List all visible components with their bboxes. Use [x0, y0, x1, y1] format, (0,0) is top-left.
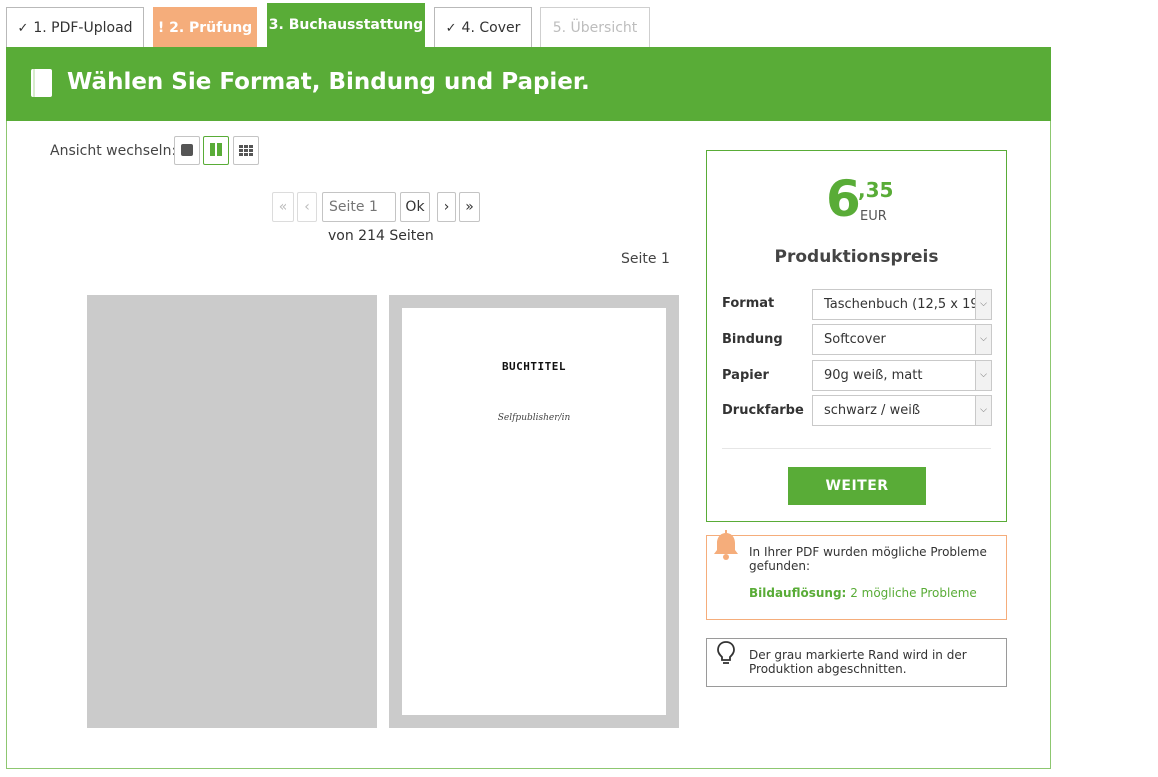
page-trim-area: BUCHTITEL Selfpublisher/in [402, 308, 666, 715]
bindung-label: Bindung [722, 332, 783, 347]
divider [722, 448, 991, 449]
book-title: BUCHTITEL [501, 360, 567, 373]
tab-label: 4. Cover [461, 20, 521, 36]
grid-view-button[interactable] [233, 136, 259, 165]
continue-button[interactable]: WEITER [788, 467, 926, 505]
papier-value: 90g weiß, matt [824, 368, 923, 383]
chevron-down-icon: ⌵ [975, 290, 991, 319]
papier-label: Papier [722, 368, 769, 383]
price-box: 6 ,35 EUR Produktionspreis Format Tasche… [706, 150, 1007, 522]
first-page-button[interactable]: « [272, 192, 294, 222]
price-integer: 6 [826, 170, 861, 228]
prev-page-button[interactable]: ‹ [297, 192, 317, 222]
single-view-icon [181, 141, 193, 160]
tab-label: 3. Buchausstattung [268, 17, 424, 33]
druckfarbe-select[interactable]: schwarz / weiß ⌵ [812, 395, 992, 426]
tab-uebersicht: 5. Übersicht [540, 7, 650, 47]
page-title: Wählen Sie Format, Bindung und Papier. [67, 69, 590, 95]
info-text: Der grau markierte Rand wird in der Prod… [749, 648, 967, 676]
info-box: Der grau markierte Rand wird in der Prod… [706, 638, 1007, 687]
warning-text: In Ihrer PDF wurden mögliche Probleme ge… [749, 545, 987, 573]
price-currency: EUR [860, 209, 887, 224]
bell-icon [711, 530, 741, 566]
issue-link[interactable]: 2 mögliche Probleme [850, 586, 977, 600]
bindung-value: Softcover [824, 332, 886, 347]
preview-left-page [87, 295, 377, 728]
warning-box: In Ihrer PDF wurden mögliche Probleme ge… [706, 530, 1007, 620]
current-page-label: Seite 1 [621, 251, 670, 267]
chevron-down-icon: ⌵ [975, 325, 991, 354]
check-icon: ✓ [445, 21, 457, 36]
check-icon: ✓ [17, 21, 29, 36]
tab-pdf-upload[interactable]: ✓ 1. PDF-Upload [6, 7, 144, 47]
papier-select[interactable]: 90g weiß, matt ⌵ [812, 360, 992, 391]
format-select[interactable]: Taschenbuch (12,5 x 19,0 cm) ⌵ [812, 289, 992, 320]
page-number-input[interactable] [322, 192, 396, 222]
grid-view-icon [239, 141, 253, 160]
price-title: Produktionspreis [774, 247, 939, 267]
section-header: Wählen Sie Format, Bindung und Papier. [6, 47, 1051, 121]
tab-buchausstattung[interactable]: 3. Buchausstattung [267, 3, 425, 47]
preview-right-page: BUCHTITEL Selfpublisher/in [389, 295, 679, 728]
chevron-down-icon: ⌵ [975, 361, 991, 390]
double-view-button[interactable] [203, 136, 229, 165]
tab-label: 1. PDF-Upload [33, 20, 133, 36]
book-author: Selfpublisher/in [497, 413, 571, 423]
book-icon [30, 68, 54, 102]
tab-pruefung[interactable]: ! 2. Prüfung [153, 7, 257, 47]
format-value: Taschenbuch (12,5 x 19,0 cm) [824, 297, 991, 312]
view-switch-label: Ansicht wechseln: [50, 143, 177, 159]
price-decimal: ,35 [858, 178, 894, 202]
warning-issue: Bildauflösung: 2 mögliche Probleme [749, 586, 977, 600]
lightbulb-icon [715, 640, 737, 670]
issue-label: Bildauflösung: [749, 586, 847, 600]
page-count-text: von 214 Seiten [328, 228, 434, 244]
tab-label: ! 2. Prüfung [157, 20, 253, 36]
tab-cover[interactable]: ✓ 4. Cover [434, 7, 532, 47]
next-page-button[interactable]: › [437, 192, 456, 222]
druckfarbe-label: Druckfarbe [722, 403, 804, 418]
page-go-button[interactable]: Ok [400, 192, 430, 222]
last-page-button[interactable]: » [459, 192, 480, 222]
tab-label: 5. Übersicht [552, 20, 638, 36]
single-view-button[interactable] [174, 136, 200, 165]
chevron-down-icon: ⌵ [975, 396, 991, 425]
druckfarbe-value: schwarz / weiß [824, 403, 921, 418]
format-label: Format [722, 296, 775, 311]
double-view-icon [210, 141, 222, 160]
bindung-select[interactable]: Softcover ⌵ [812, 324, 992, 355]
